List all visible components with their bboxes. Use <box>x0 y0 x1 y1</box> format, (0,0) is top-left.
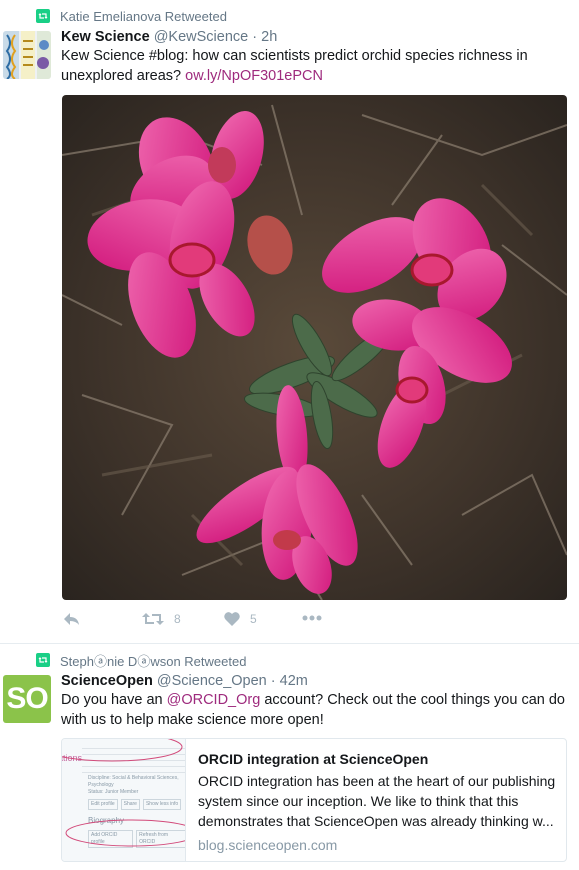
retweet-count: 8 <box>174 612 181 626</box>
more-icon <box>302 615 322 621</box>
author-name[interactable]: Kew Science <box>61 29 150 45</box>
author-handle[interactable]: @KewScience <box>154 29 249 45</box>
tweet-text: Do you have an @ORCID_Org account? Check… <box>61 690 566 730</box>
scienceopen-logo-text: SO <box>6 682 48 715</box>
retweet-context-icon <box>36 9 50 23</box>
tweet-actions: 8 5 <box>62 611 567 631</box>
thumb-highlight-ovals <box>62 739 185 847</box>
tweet-scienceopen[interactable]: Stephⓐnie Dⓐwson Retweeted SO ScienceOpe… <box>0 643 579 870</box>
reply-button[interactable] <box>62 611 80 627</box>
card-thumbnail: ations Discipline: Social & Behavioral S… <box>62 739 186 861</box>
kew-avatar-icon <box>3 31 51 79</box>
author-name[interactable]: ScienceOpen <box>61 673 153 689</box>
reply-icon <box>64 613 79 625</box>
retweeted-by-text: Katie Emelianova Retweeted <box>60 8 227 24</box>
more-button[interactable] <box>302 615 322 621</box>
tweet-text: Kew Science #blog: how can scientists pr… <box>61 46 566 86</box>
like-count: 5 <box>250 611 257 626</box>
separator: · <box>252 29 258 45</box>
author-handle[interactable]: @Science_Open <box>157 673 267 689</box>
tweet-link[interactable]: ow.ly/NpOF301ePCN <box>185 68 323 84</box>
tweet-header: ScienceOpen @Science_Open · 42m <box>61 673 308 689</box>
tweet-header: Kew Science @KewScience · 2h <box>61 29 277 45</box>
link-card[interactable]: ations Discipline: Social & Behavioral S… <box>61 738 567 862</box>
card-text: ORCID integration at ScienceOpen ORCID i… <box>198 749 558 853</box>
retweet-context-icon <box>36 653 50 667</box>
retweet-icon <box>142 613 164 625</box>
like-button[interactable]: 5 <box>224 611 257 626</box>
avatar[interactable]: SO <box>3 675 51 723</box>
card-description: ORCID integration has been at the heart … <box>198 773 556 829</box>
separator: · <box>270 673 276 689</box>
orchid-photo-icon <box>62 95 567 600</box>
retweet-context[interactable]: Stephⓐnie Dⓐwson Retweeted <box>36 651 246 669</box>
card-domain[interactable]: blog.scienceopen.com <box>198 837 558 853</box>
heart-icon <box>224 612 240 626</box>
tweet-text-before: Do you have an <box>61 692 167 708</box>
avatar[interactable] <box>3 31 51 79</box>
retweet-context[interactable]: Katie Emelianova Retweeted <box>36 7 227 25</box>
tweet-kew-science[interactable]: Katie Emelianova Retweeted Kew Science @… <box>0 0 579 643</box>
mention-link[interactable]: @ORCID_Org <box>167 692 261 708</box>
tweet-photo[interactable] <box>62 95 567 600</box>
retweet-button[interactable]: 8 <box>142 611 181 627</box>
timestamp[interactable]: 2h <box>261 29 277 45</box>
timestamp[interactable]: 42m <box>280 673 308 689</box>
card-title[interactable]: ORCID integration at ScienceOpen <box>198 749 558 769</box>
retweeted-by-text: Stephⓐnie Dⓐwson Retweeted <box>60 653 247 669</box>
